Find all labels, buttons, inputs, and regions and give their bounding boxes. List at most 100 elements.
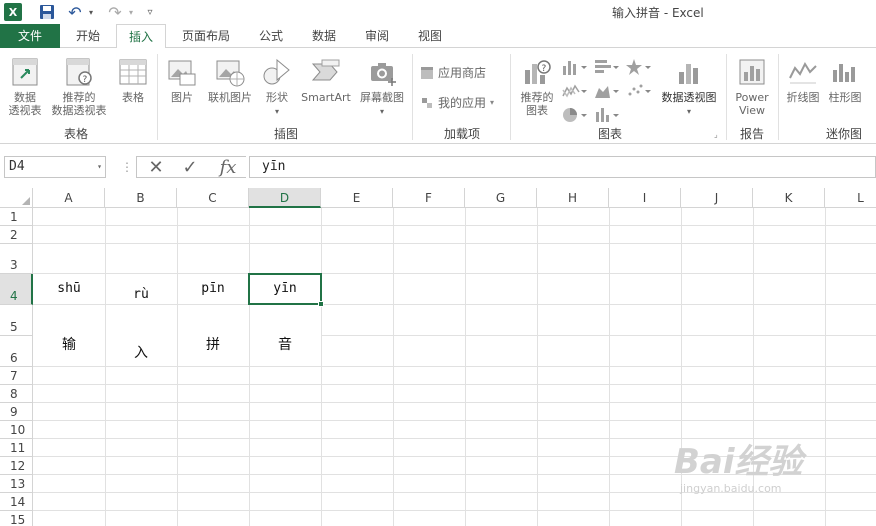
column-header-i[interactable]: I <box>609 188 681 208</box>
select-all-triangle <box>22 197 30 205</box>
sparkline-line-label: 折线图 <box>786 91 820 104</box>
cell-a4[interactable]: shū <box>33 281 105 296</box>
pivot-table-button[interactable]: 数据 透视表 <box>4 56 46 117</box>
row-header-4[interactable]: 4 <box>0 274 33 305</box>
cell-d5[interactable]: 音 <box>249 334 321 354</box>
column-header-l[interactable]: L <box>825 188 876 208</box>
row-header-2[interactable]: 2 <box>0 226 33 244</box>
row-header-8[interactable]: 8 <box>0 385 33 403</box>
save-icon[interactable] <box>38 3 56 21</box>
pivot-chart-button[interactable]: 数据透视图 ▾ <box>656 56 722 118</box>
name-box-dropdown-icon[interactable]: ▾ <box>97 157 102 177</box>
redo-dropdown-icon[interactable]: ▾ <box>126 3 136 21</box>
check-icon[interactable]: ✓ <box>177 157 203 178</box>
row-header-6[interactable]: 6 <box>0 336 33 367</box>
tab-formulas[interactable]: 公式 <box>246 24 296 48</box>
name-box[interactable]: D4 ▾ <box>4 156 106 178</box>
tab-review[interactable]: 审阅 <box>352 24 402 48</box>
column-header-g[interactable]: G <box>465 188 537 208</box>
my-apps-button[interactable]: 我的应用 ▾ <box>420 94 494 111</box>
column-header-b[interactable]: B <box>105 188 177 208</box>
pie-chart-icon[interactable] <box>562 106 588 124</box>
gridline <box>33 243 876 244</box>
table-icon <box>119 59 147 85</box>
row-header-3[interactable]: 3 <box>0 244 33 274</box>
store-button[interactable]: 应用商店 <box>420 64 486 81</box>
pictures-button[interactable]: 图片 <box>164 56 200 104</box>
svg-text:?: ? <box>542 64 547 74</box>
tab-page-layout[interactable]: 页面布局 <box>166 24 246 48</box>
row-header-14[interactable]: 14 <box>0 493 33 511</box>
row-header-15[interactable]: 15 <box>0 511 33 526</box>
column-header-c[interactable]: C <box>177 188 249 208</box>
excel-window: X ↶ ▾ ↷ ▾ ▿ 输入拼音 - Excel 文件 开始 插入 页面布局 公… <box>0 0 876 526</box>
cancel-icon[interactable]: ✕ <box>143 157 169 178</box>
bar-chart-icon[interactable] <box>594 58 620 76</box>
recommended-charts-label-1: 推荐的 <box>520 91 554 104</box>
online-pictures-button[interactable]: 联机图片 <box>202 56 258 104</box>
line-chart-icon[interactable] <box>562 82 588 100</box>
tab-file[interactable]: 文件 <box>0 24 60 48</box>
row-header-11[interactable]: 11 <box>0 439 33 457</box>
column-header-h[interactable]: H <box>537 188 609 208</box>
undo-dropdown-icon[interactable]: ▾ <box>86 3 96 21</box>
cell-b4[interactable]: rù <box>105 287 177 302</box>
hierarchy-chart-icon[interactable] <box>626 58 652 76</box>
formula-bar-grip-icon[interactable]: ⋮ <box>121 160 133 174</box>
excel-logo-icon[interactable]: X <box>4 3 22 21</box>
addins-group-label: 加载项 <box>444 127 481 141</box>
redo-icon[interactable]: ↷ <box>106 3 124 22</box>
column-header-j[interactable]: J <box>681 188 753 208</box>
cell-a5[interactable]: 输 <box>33 334 105 354</box>
row-header-5[interactable]: 5 <box>0 305 33 336</box>
column-header-k[interactable]: K <box>753 188 825 208</box>
column-header-f[interactable]: F <box>393 188 465 208</box>
active-cell-border[interactable] <box>248 273 322 305</box>
tab-data[interactable]: 数据 <box>298 24 350 48</box>
area-chart-icon[interactable] <box>594 82 620 100</box>
recommended-charts-button[interactable]: ? 推荐的 图表 <box>516 56 558 117</box>
scatter-chart-icon[interactable] <box>626 82 652 100</box>
column-sparkline-icon <box>833 64 855 82</box>
tab-home[interactable]: 开始 <box>60 24 116 48</box>
statistic-chart-icon[interactable] <box>594 106 620 124</box>
worksheet-grid[interactable]: A B C D E F G H I J K L 1 2 3 4 5 6 7 8 … <box>0 188 876 526</box>
column-header-e[interactable]: E <box>321 188 393 208</box>
sparkline-column-button[interactable]: 柱形图 <box>824 56 866 104</box>
select-all-button[interactable] <box>0 188 33 208</box>
recommended-pivot-icon: ? <box>66 58 92 86</box>
insert-function-button[interactable]: fx <box>213 157 243 178</box>
column-header-a[interactable]: A <box>33 188 105 208</box>
undo-icon[interactable]: ↶ <box>66 3 84 22</box>
cell-c4[interactable]: pīn <box>177 281 249 296</box>
row-header-1[interactable]: 1 <box>0 208 33 226</box>
ribbon-tabs: 文件 开始 插入 页面布局 公式 数据 审阅 视图 <box>0 24 876 49</box>
shapes-button[interactable]: 形状 ▾ <box>260 56 294 118</box>
tab-view[interactable]: 视图 <box>404 24 456 48</box>
recommended-pivot-button[interactable]: ? 推荐的 数据透视表 <box>48 56 110 117</box>
row-header-10[interactable]: 10 <box>0 421 33 439</box>
gridline <box>33 225 876 226</box>
charts-dialog-launcher-icon[interactable]: ⌟ <box>714 130 718 139</box>
power-view-button[interactable]: Power View <box>730 56 774 117</box>
sparkline-line-button[interactable]: 折线图 <box>782 56 824 104</box>
row-header-13[interactable]: 13 <box>0 475 33 493</box>
pivot-chart-label: 数据透视图 <box>661 91 717 104</box>
formula-input[interactable]: yīn <box>249 156 876 178</box>
window-title: 输入拼音 - Excel <box>612 6 704 20</box>
cell-c5[interactable]: 拼 <box>177 334 249 354</box>
cell-b5[interactable]: 入 <box>105 342 177 362</box>
row-header-12[interactable]: 12 <box>0 457 33 475</box>
screenshot-button[interactable]: 屏幕截图 ▾ <box>356 56 408 118</box>
fill-handle[interactable] <box>318 301 324 307</box>
table-button[interactable]: 表格 <box>114 56 152 104</box>
row-header-7[interactable]: 7 <box>0 367 33 385</box>
customize-toolbar-icon[interactable]: ▿ <box>144 3 156 21</box>
column-header-d[interactable]: D <box>249 188 321 208</box>
row-header-9[interactable]: 9 <box>0 403 33 421</box>
recommended-pivot-label-1: 推荐的 <box>62 91 96 104</box>
smartart-button[interactable]: SmartArt <box>298 56 354 104</box>
tab-insert[interactable]: 插入 <box>116 24 166 49</box>
column-chart-icon[interactable] <box>562 58 588 76</box>
gridline <box>465 208 466 526</box>
